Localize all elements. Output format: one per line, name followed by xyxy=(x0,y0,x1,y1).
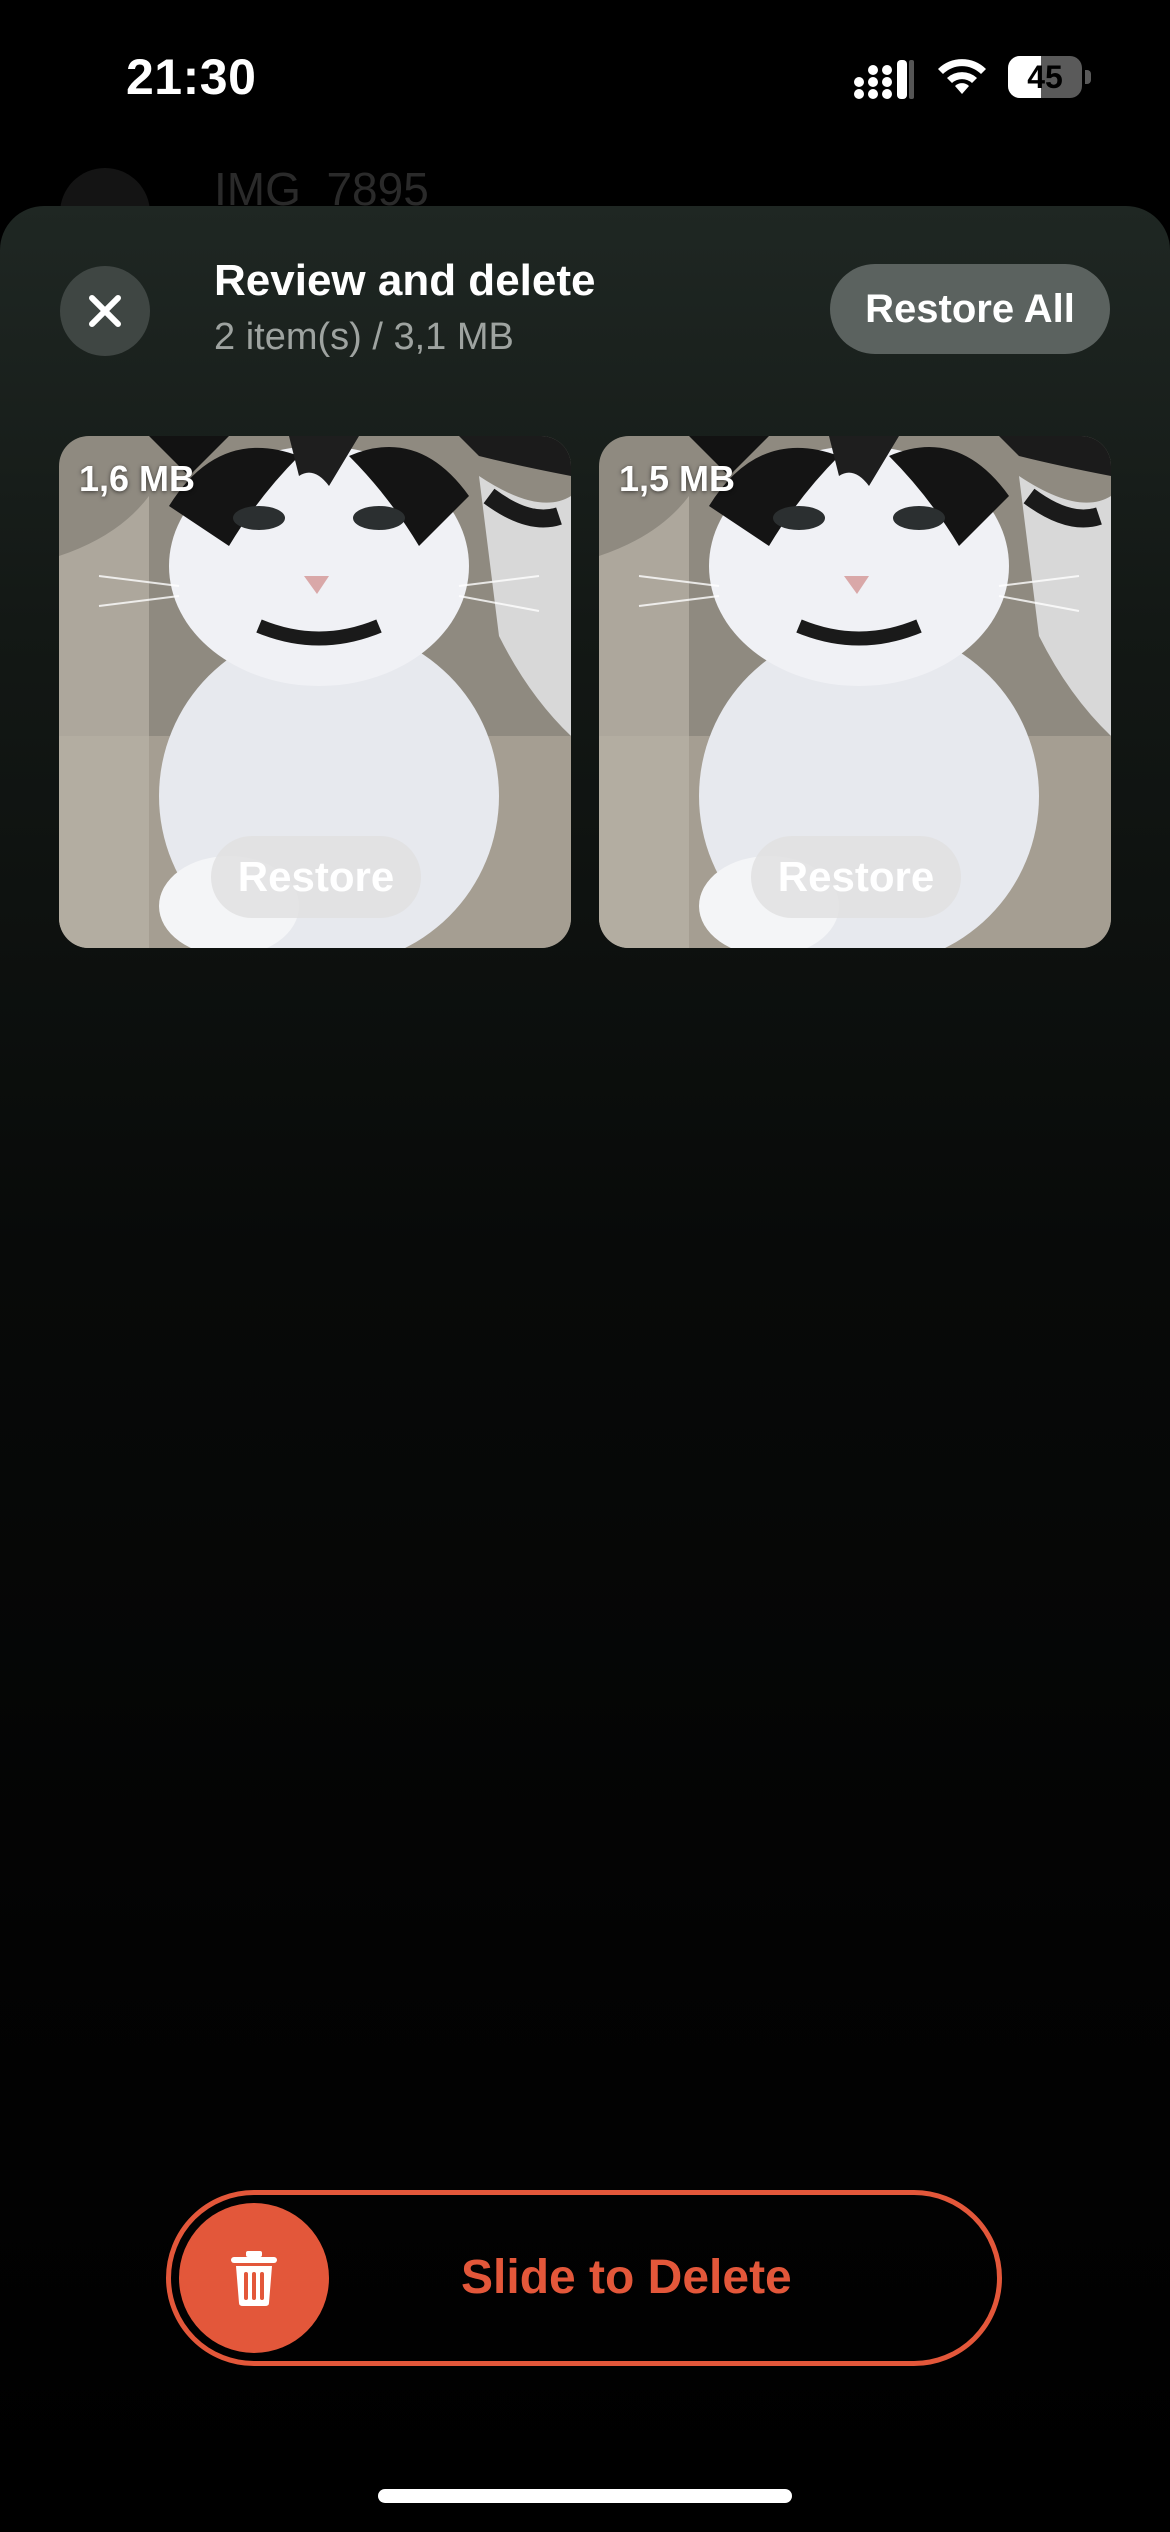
cellular-signal-icon xyxy=(854,60,914,99)
close-button[interactable] xyxy=(60,266,150,356)
close-icon xyxy=(89,295,121,327)
home-indicator[interactable] xyxy=(378,2489,792,2503)
item-size: 1,5 MB xyxy=(619,458,736,499)
background-page-header: IMG_7895 xyxy=(0,150,1170,258)
slide-to-delete-label: Slide to Delete xyxy=(461,2251,792,2304)
trash-icon xyxy=(231,2251,277,2306)
item-size: 1,6 MB xyxy=(79,458,196,499)
sheet-subtitle: 2 item(s) / 3,1 MB xyxy=(214,316,514,358)
photo-thumbnail[interactable]: 1,6 MB Restore xyxy=(59,436,571,948)
review-delete-sheet: Review and delete 2 item(s) / 3,1 MB Res… xyxy=(0,206,1170,2532)
slide-to-delete-knob[interactable] xyxy=(179,2203,329,2353)
photo-thumbnail[interactable]: 1,5 MB Restore xyxy=(599,436,1111,948)
restore-button[interactable]: Restore xyxy=(211,836,421,918)
slide-to-delete[interactable]: Slide to Delete xyxy=(166,2190,1002,2366)
status-bar: 21:30 45 xyxy=(0,0,1170,150)
restore-button[interactable]: Restore xyxy=(751,836,961,918)
battery-icon: 45 xyxy=(1008,56,1092,98)
wifi-icon xyxy=(938,59,986,94)
sheet-title: Review and delete xyxy=(214,256,596,305)
restore-all-button[interactable]: Restore All xyxy=(830,264,1110,354)
battery-level: 45 xyxy=(1027,59,1063,95)
status-time: 21:30 xyxy=(126,49,257,105)
